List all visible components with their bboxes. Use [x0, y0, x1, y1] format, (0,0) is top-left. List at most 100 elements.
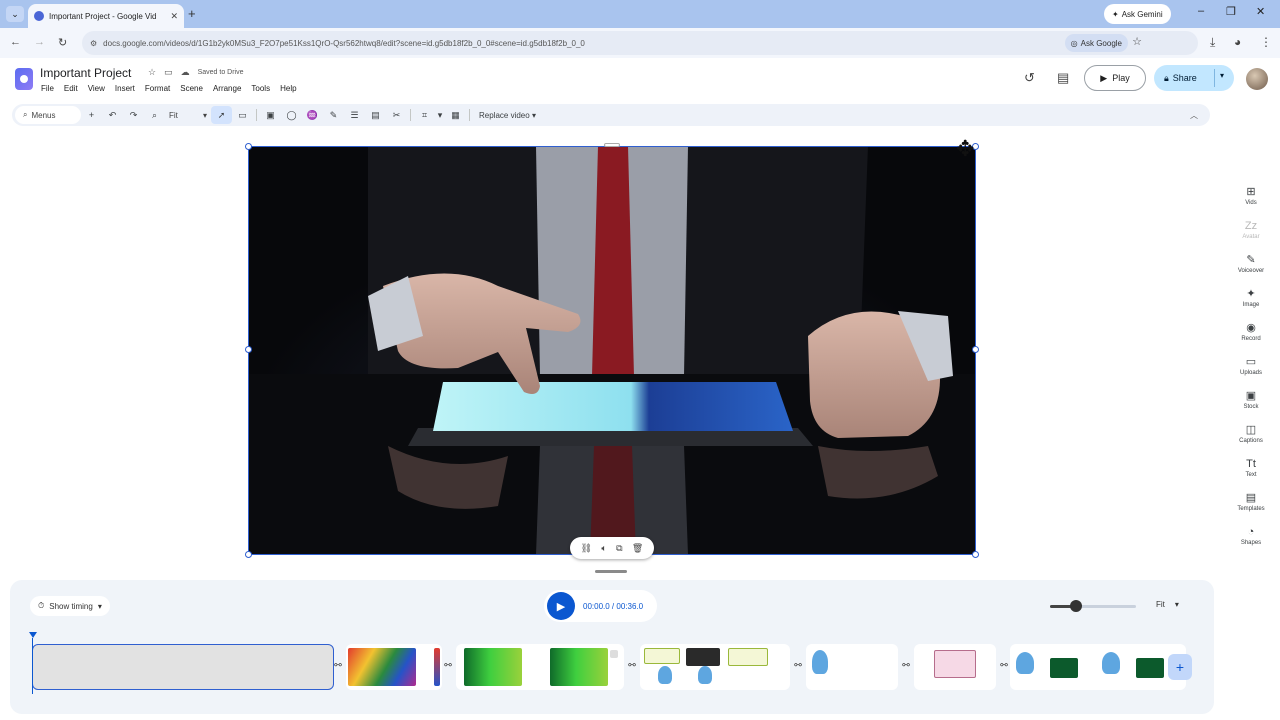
timeline-zoom-slider[interactable] — [1050, 605, 1136, 608]
rail-image[interactable]: ✦ Image — [1243, 288, 1260, 308]
url-field[interactable]: ⚙ docs.google.com/videos/d/1G1b2yk0MSu3_… — [82, 31, 1198, 55]
rail-record[interactable]: ◉ Record — [1241, 322, 1260, 342]
bookmark-star-icon[interactable]: ☆ — [1132, 35, 1142, 48]
version-history-icon[interactable]: ↺ — [1024, 70, 1035, 86]
browser-tab[interactable]: Important Project - Google Vid ✕ — [28, 4, 184, 28]
tab-close-icon[interactable]: ✕ — [170, 11, 178, 22]
text-box-icon[interactable]: ▭ — [232, 106, 253, 124]
menu-help[interactable]: Help — [280, 84, 296, 93]
image-options-icon[interactable]: ▦ — [445, 106, 466, 124]
undo-icon[interactable]: ↶ — [102, 106, 123, 124]
menu-insert[interactable]: Insert — [115, 84, 135, 93]
scene-clip-1-selected[interactable] — [32, 644, 334, 690]
profile-icon[interactable]: ◕ — [1234, 35, 1241, 49]
chevron-down-icon: ▾ — [97, 601, 102, 611]
add-icon[interactable]: + — [81, 106, 102, 124]
crop-dropdown-icon[interactable]: ▾ — [435, 106, 445, 124]
ask-google-button[interactable]: ◎ Ask Google — [1064, 34, 1128, 52]
resize-handle-top-left[interactable] — [245, 143, 252, 150]
menu-arrange[interactable]: Arrange — [213, 84, 241, 93]
play-button[interactable]: ▶ Play — [1084, 65, 1146, 91]
menu-scene[interactable]: Scene — [180, 84, 203, 93]
close-window-button[interactable]: ✕ — [1256, 5, 1265, 18]
scene-clip-4[interactable] — [640, 644, 790, 690]
image-insert-icon[interactable]: ▣ — [260, 106, 281, 124]
add-scene-button[interactable]: + — [1168, 654, 1192, 680]
rail-stock[interactable]: ▣ Stock — [1243, 390, 1258, 410]
search-menus[interactable]: ⌕ Menus — [15, 106, 81, 124]
vids-logo-icon[interactable] — [15, 68, 33, 90]
collapse-toolbar-icon[interactable]: ︿ — [1190, 110, 1198, 121]
crop-icon[interactable]: ⌗ — [414, 106, 435, 124]
resize-handle-left[interactable] — [245, 346, 252, 353]
share-button[interactable]: 🔒︎ Share ▾ — [1154, 65, 1234, 91]
resize-handle-right[interactable] — [972, 346, 979, 353]
rail-avatar[interactable]: Zz Avatar — [1242, 220, 1259, 240]
timeline-play-button[interactable]: ▶ — [547, 592, 575, 620]
browser-menu-icon[interactable]: ⋮ — [1260, 35, 1272, 49]
scene-clip-6[interactable] — [914, 644, 996, 690]
rail-voiceover[interactable]: ✎ Voiceover — [1238, 254, 1264, 274]
playhead-marker[interactable] — [29, 632, 37, 638]
resize-handle-bottom-left[interactable] — [245, 551, 252, 558]
tab-search-icon[interactable]: ⌄ — [6, 6, 24, 22]
align-icon[interactable]: ▤ — [365, 106, 386, 124]
rail-vids[interactable]: ⊞ Vids — [1245, 186, 1257, 206]
menu-format[interactable]: Format — [145, 84, 170, 93]
menu-edit[interactable]: Edit — [64, 84, 78, 93]
share-dropdown-icon[interactable]: ▾ — [1220, 71, 1224, 80]
zoom-select[interactable]: Fit ▾ — [165, 111, 211, 120]
scene-clip-3[interactable] — [456, 644, 624, 690]
move-folder-icon[interactable]: ▭ — [164, 67, 173, 78]
ask-gemini-button[interactable]: ✦ Ask Gemini — [1104, 4, 1171, 24]
rail-captions[interactable]: ◫ Captions — [1239, 424, 1263, 444]
transition-icon[interactable]: ⚯ — [626, 660, 638, 674]
transition-icon[interactable]: ⚯ — [442, 660, 454, 674]
forward-icon[interactable]: → — [34, 36, 45, 48]
timeline-fit-select[interactable]: Fit ▾ — [1156, 600, 1179, 609]
show-timing-toggle[interactable]: ⏱ Show timing ▾ — [30, 596, 110, 616]
transition-icon[interactable]: ⚯ — [332, 660, 344, 674]
zoom-icon[interactable]: ⌕ — [144, 106, 165, 124]
back-icon[interactable]: ← — [10, 36, 21, 48]
replace-video-menu[interactable]: Replace video ▾ — [479, 111, 536, 120]
volume-icon[interactable]: 🔈︎ — [601, 543, 606, 554]
rail-text[interactable]: Tt Text — [1245, 458, 1256, 478]
new-tab-button[interactable]: + — [188, 6, 196, 21]
top-resize-handle[interactable] — [604, 143, 620, 147]
select-pointer-icon[interactable]: ➚ — [211, 106, 232, 124]
scene-clip-7[interactable] — [1010, 644, 1186, 690]
scene-clip-5[interactable] — [806, 644, 898, 690]
shape-icon[interactable]: ◯ — [281, 106, 302, 124]
menu-file[interactable]: File — [41, 84, 54, 93]
menu-view[interactable]: View — [88, 84, 105, 93]
redo-icon[interactable]: ↷ — [123, 106, 144, 124]
site-info-icon[interactable]: ⚙ — [90, 39, 97, 48]
transition-icon[interactable]: ⚯ — [900, 660, 912, 674]
delete-icon[interactable]: 🗑︎ — [632, 543, 643, 554]
menu-tools[interactable]: Tools — [251, 84, 270, 93]
paint-format-icon[interactable]: ♒ — [302, 106, 323, 124]
zoom-slider-knob[interactable] — [1069, 600, 1082, 612]
download-icon[interactable]: ⤓ — [1210, 35, 1215, 50]
resize-handle-bottom-right[interactable] — [972, 551, 979, 558]
document-title[interactable]: Important Project — [40, 66, 131, 80]
transition-icon[interactable]: ⚯ — [998, 660, 1010, 674]
rail-shapes[interactable]: ◔ Shapes — [1241, 526, 1261, 546]
pen-icon[interactable]: ✎ — [323, 106, 344, 124]
canvas-resize-grip[interactable] — [595, 570, 627, 573]
border-icon[interactable]: ☰ — [344, 106, 365, 124]
user-avatar[interactable] — [1246, 68, 1268, 90]
transition-icon[interactable]: ⚯ — [792, 660, 804, 674]
rail-templates[interactable]: ▤ Templates — [1237, 492, 1264, 512]
link-icon[interactable]: ⛓ — [581, 543, 592, 554]
minimize-button[interactable]: – — [1198, 5, 1204, 17]
trim-icon[interactable]: ✂ — [386, 106, 407, 124]
comments-icon[interactable]: ▤ — [1057, 70, 1069, 86]
scene-clip-2[interactable] — [346, 644, 442, 690]
rail-uploads[interactable]: ▭ Uploads — [1240, 356, 1262, 376]
crop-frame-icon[interactable]: ⧉ — [616, 543, 622, 554]
maximize-button[interactable]: ❐ — [1226, 5, 1236, 18]
star-icon[interactable]: ☆ — [148, 67, 156, 78]
reload-icon[interactable]: ↻ — [58, 36, 67, 49]
